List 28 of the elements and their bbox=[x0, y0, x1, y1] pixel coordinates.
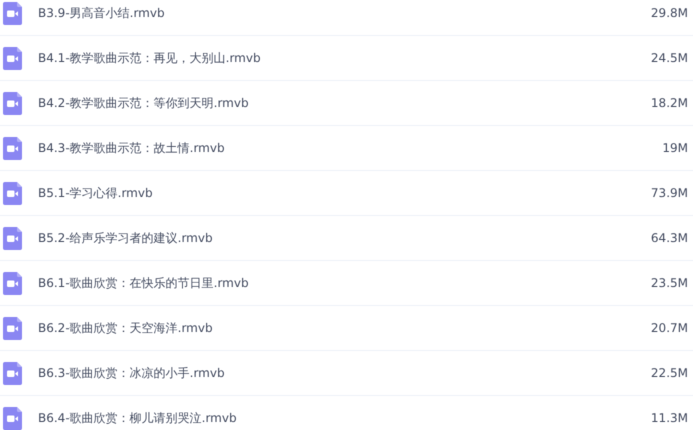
video-file-icon bbox=[3, 316, 22, 340]
video-file-icon bbox=[3, 92, 22, 114]
file-name[interactable]: B6.3-歌曲欣赏：冰凉的小手.rmvb bbox=[38, 364, 225, 382]
file-size: 24.5M bbox=[650, 50, 688, 67]
video-file-icon bbox=[3, 226, 22, 250]
file-name[interactable]: B6.4-歌曲欣赏：柳儿请别哭泣.rmvb bbox=[38, 409, 237, 427]
file-size: 11.3M bbox=[650, 410, 688, 427]
file-size: 19M bbox=[662, 140, 688, 157]
file-name[interactable]: B4.2-教学歌曲示范：等你到天明.rmvb bbox=[38, 94, 249, 112]
file-size: 23.5M bbox=[650, 275, 688, 292]
video-file-icon bbox=[3, 362, 22, 384]
file-name[interactable]: B4.3-教学歌曲示范：故土情.rmvb bbox=[38, 139, 225, 157]
file-size: 64.3M bbox=[650, 230, 688, 247]
video-file-icon bbox=[3, 136, 22, 160]
video-file-icon bbox=[3, 46, 22, 70]
file-name[interactable]: B5.1-学习心得.rmvb bbox=[38, 184, 153, 202]
file-size: 29.8M bbox=[650, 5, 688, 22]
file-name[interactable]: B3.9-男高音小结.rmvb bbox=[38, 4, 165, 22]
video-file-icon bbox=[3, 272, 22, 294]
file-size: 20.7M bbox=[650, 320, 688, 337]
file-name[interactable]: B6.2-歌曲欣赏：天空海洋.rmvb bbox=[38, 319, 213, 337]
file-name[interactable]: B4.1-教学歌曲示范：再见，大别山.rmvb bbox=[38, 49, 261, 67]
file-size: 22.5M bbox=[650, 365, 688, 382]
video-file-icon bbox=[3, 182, 22, 204]
file-name[interactable]: B6.1-歌曲欣赏：在快乐的节日里.rmvb bbox=[38, 274, 249, 292]
file-size: 18.2M bbox=[650, 95, 688, 112]
file-size: 73.9M bbox=[650, 185, 688, 202]
file-name[interactable]: B5.2-给声乐学习者的建议.rmvb bbox=[38, 229, 213, 247]
